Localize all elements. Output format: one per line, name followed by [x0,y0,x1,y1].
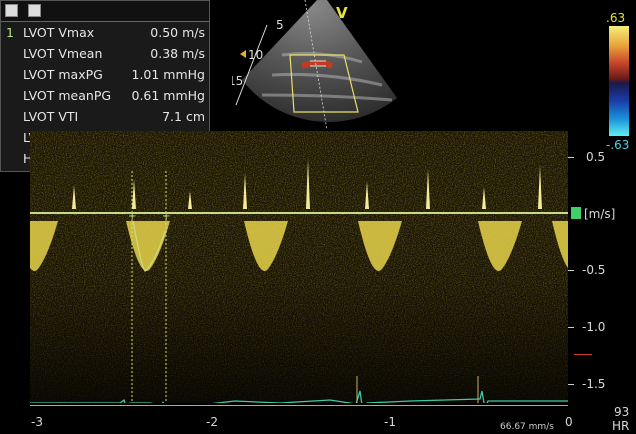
measurement-row[interactable]: LVOT VTI 7.1 cm [1,109,209,130]
time-tick-label: -1 [384,415,396,429]
measurement-value: 0.61 mmHg [131,88,206,103]
depth-label-10: 10 [248,48,263,62]
focus-marker-icon [240,50,246,58]
measurement-value: 0.38 m/s [150,46,205,61]
echo-sector-image: 5 10 15 V [232,0,397,130]
colorbar-top-label: .63 [606,11,626,25]
measurement-value: 0.50 m/s [150,25,205,40]
depth-label-5: 5 [276,18,284,32]
spectral-baseline[interactable] [30,212,568,214]
measurement-row[interactable]: LVOT meanPG 0.61 mmHg [1,88,209,109]
time-tick-label: -3 [31,415,43,429]
velocity-tick-label: 0.5 [586,150,606,164]
heart-rate-label: HR [612,419,630,433]
measurement-label: LVOT meanPG [23,88,112,103]
baseline-handle-icon[interactable] [571,207,581,219]
measurement-value: 7.1 cm [162,109,205,124]
mode-label: V [336,4,348,22]
velocity-unit-label: [m/s] [584,207,616,221]
sweep-speed: 66.67 mm/s [500,422,554,432]
color-scale-bar [609,26,629,136]
depth-label-15: 15 [232,74,243,88]
measurement-row[interactable]: LVOT Vmean 0.38 m/s [1,46,209,67]
measurement-row[interactable]: LVOT maxPG 1.01 mmHg [1,67,209,88]
measurement-index: 1 [6,25,14,40]
velocity-tick-label: -0.5 [582,263,606,277]
panel-toggle-icon[interactable] [5,4,18,17]
measurement-label: LVOT VTI [23,109,79,124]
time-tick-label: 0 [565,415,573,429]
velocity-tick-label: -1.5 [582,377,606,391]
measurement-panel-header [1,1,209,22]
velocity-tick-label: -1.0 [582,320,606,334]
measurement-label: LVOT Vmean [23,46,103,61]
spectral-doppler-display[interactable]: + + [30,131,568,403]
measurement-label: LVOT Vmax [23,25,95,40]
scale-marker [574,354,592,355]
measurement-label: LVOT maxPG [23,67,103,82]
measurement-value: 1.01 mmHg [131,67,206,82]
time-axis-line [30,405,568,406]
colorbar-bottom-label: -.63 [606,138,630,152]
heart-rate-value: 93 [614,405,630,419]
cursor-icon[interactable] [28,4,41,17]
measurement-row[interactable]: 1 LVOT Vmax 0.50 m/s [1,25,209,46]
time-tick-label: -2 [206,415,218,429]
